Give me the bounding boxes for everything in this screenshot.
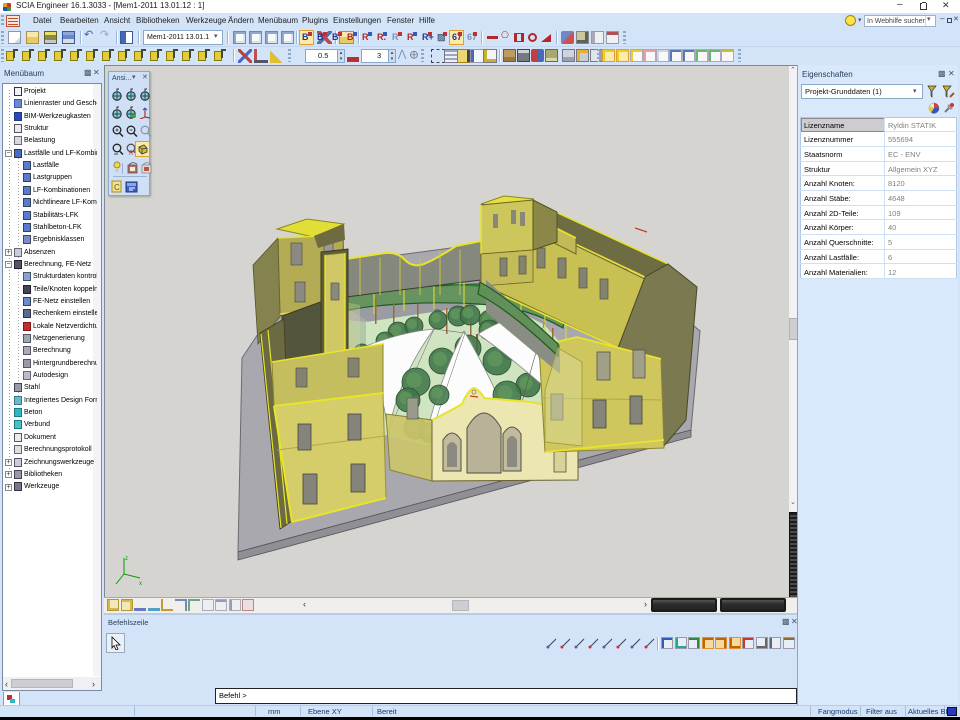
svg-text:x: x bbox=[139, 581, 142, 587]
svg-text:C: C bbox=[114, 183, 120, 192]
svg-text:z: z bbox=[125, 556, 128, 562]
svg-text:R: R bbox=[129, 151, 134, 156]
